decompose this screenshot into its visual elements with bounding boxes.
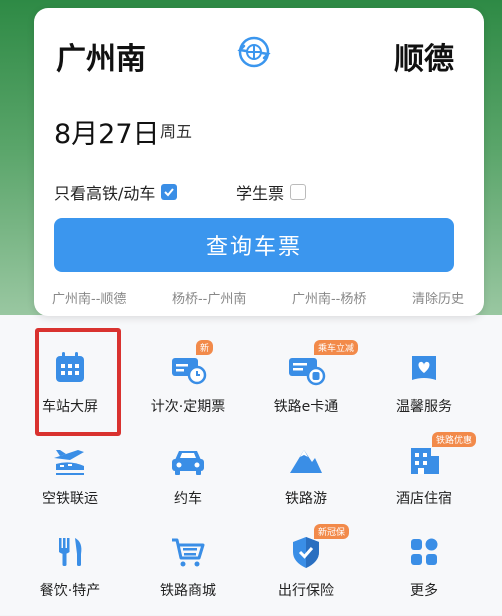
covid-insurance-badge: 新冠保 bbox=[314, 524, 350, 539]
service-more[interactable]: 更多 bbox=[368, 524, 480, 616]
promo-badge: 乘车立减 bbox=[314, 340, 359, 355]
service-label: 酒店住宿 bbox=[396, 491, 452, 507]
shield-icon: 新冠保 bbox=[286, 524, 350, 572]
student-ticket-option[interactable]: 学生票 bbox=[236, 180, 307, 204]
service-label: 铁路商城 bbox=[160, 583, 216, 599]
service-rail-travel[interactable]: 铁路游 bbox=[250, 432, 362, 524]
plane-train-icon bbox=[50, 440, 90, 480]
gaotie-only-label: 只看高铁/动车 bbox=[54, 184, 156, 203]
service-insurance[interactable]: 新冠保 出行保险 bbox=[250, 524, 362, 616]
clear-history-button[interactable]: 清除历史 bbox=[412, 288, 464, 307]
service-label: 车站大屏 bbox=[42, 399, 98, 415]
gaotie-only-option[interactable]: 只看高铁/动车 bbox=[54, 180, 178, 204]
service-food[interactable]: 餐饮·特产 bbox=[14, 524, 126, 616]
fork-knife-icon bbox=[50, 532, 90, 572]
more-grid-icon bbox=[404, 532, 444, 572]
service-label: 空铁联运 bbox=[42, 491, 98, 507]
service-car[interactable]: 约车 bbox=[132, 432, 244, 524]
search-history: 广州南--顺德 杨桥--广州南 广州南--杨桥 清除历史 bbox=[52, 288, 464, 307]
car-icon bbox=[168, 440, 208, 480]
calendar-icon bbox=[50, 348, 90, 388]
heart-bag-icon bbox=[404, 348, 444, 388]
ticket-clock-icon: 新 bbox=[168, 340, 214, 388]
service-label: 餐饮·特产 bbox=[39, 583, 101, 599]
history-item[interactable]: 广州南--顺德 bbox=[52, 288, 126, 307]
service-ecard[interactable]: 乘车立减 铁路e卡通 bbox=[250, 340, 362, 432]
service-label: 出行保险 bbox=[278, 583, 334, 599]
service-label: 更多 bbox=[410, 583, 438, 599]
service-label: 铁路e卡通 bbox=[273, 399, 339, 415]
cart-icon bbox=[168, 532, 208, 572]
gaotie-only-checkbox[interactable] bbox=[161, 184, 178, 200]
service-station-screen[interactable]: 车站大屏 bbox=[14, 340, 126, 432]
service-care[interactable]: 温馨服务 bbox=[368, 340, 480, 432]
to-station[interactable]: 顺德 bbox=[394, 34, 454, 78]
rail-discount-badge: 铁路优惠 bbox=[432, 432, 477, 447]
mountain-icon bbox=[286, 440, 326, 480]
service-label: 温馨服务 bbox=[396, 399, 452, 415]
service-air-rail[interactable]: 空铁联运 bbox=[14, 432, 126, 524]
from-station[interactable]: 广州南 bbox=[56, 34, 146, 78]
new-badge: 新 bbox=[196, 340, 214, 355]
history-item[interactable]: 杨桥--广州南 bbox=[172, 288, 246, 307]
ticket-search-card: 广州南 顺德 8月27日 周五 只看高铁/动车 学生票 查询车票 广州南--顺德… bbox=[34, 8, 484, 316]
service-label: 铁路游 bbox=[285, 491, 327, 507]
service-label: 计次·定期票 bbox=[150, 399, 226, 415]
service-hotel[interactable]: 铁路优惠 酒店住宿 bbox=[368, 432, 480, 524]
swap-stations-icon[interactable] bbox=[236, 34, 272, 70]
ecard-icon: 乘车立减 bbox=[286, 340, 359, 388]
service-periodic-ticket[interactable]: 新 计次·定期票 bbox=[132, 340, 244, 432]
history-item[interactable]: 广州南--杨桥 bbox=[292, 288, 366, 307]
travel-weekday: 周五 bbox=[160, 122, 193, 141]
query-tickets-button[interactable]: 查询车票 bbox=[54, 218, 454, 272]
student-ticket-label: 学生票 bbox=[236, 184, 285, 203]
service-mall[interactable]: 铁路商城 bbox=[132, 524, 244, 616]
hotel-icon: 铁路优惠 bbox=[404, 432, 477, 480]
student-ticket-checkbox[interactable] bbox=[290, 184, 307, 200]
service-label: 约车 bbox=[174, 491, 202, 507]
travel-date[interactable]: 8月27日 bbox=[54, 112, 160, 151]
